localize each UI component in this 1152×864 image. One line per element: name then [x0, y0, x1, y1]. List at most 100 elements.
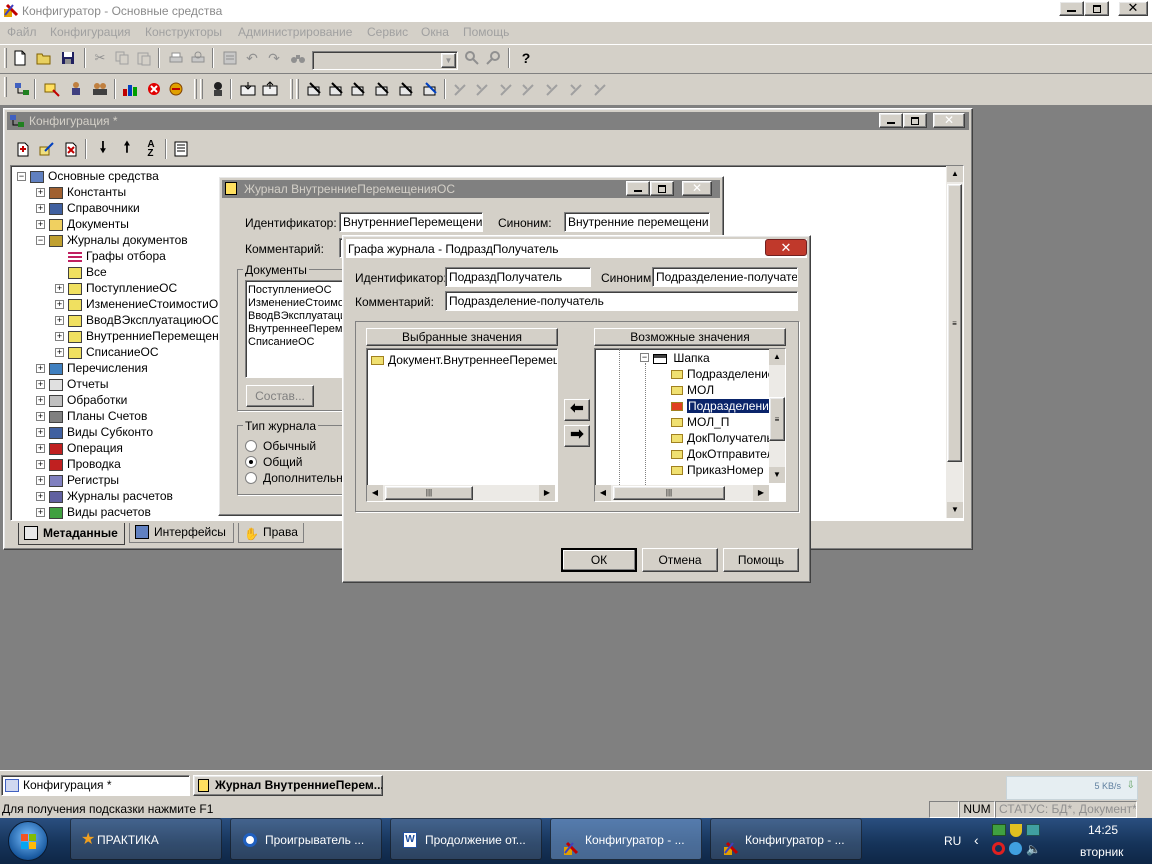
wizard-1-button[interactable] [304, 79, 324, 99]
delete-object-button[interactable] [61, 139, 81, 159]
shield-tray-icon[interactable] [1010, 824, 1022, 837]
tree-item[interactable]: ПодразделениеОтправитель [671, 366, 769, 382]
taskbar-item-word[interactable]: W Продолжение от... [390, 818, 542, 860]
dialog-synonym-field[interactable]: Подразделение-получатель [652, 267, 798, 287]
tree-item[interactable]: Документы [49, 216, 129, 232]
dialog-title-bar[interactable]: Графа журнала - ПодраздПолучатель ✕ [346, 239, 807, 258]
expand-toggle[interactable]: + [36, 188, 45, 197]
tab-rights[interactable]: ✋ Права [238, 523, 304, 543]
tree-item[interactable]: Регистры [49, 472, 119, 488]
tree-item[interactable]: Проводка [49, 456, 121, 472]
config-restore-button[interactable] [903, 113, 927, 128]
print-preview-button[interactable] [188, 48, 208, 68]
menu-service[interactable]: Сервис [367, 22, 408, 42]
scroll-right-button[interactable]: ▶ [539, 485, 555, 501]
language-indicator[interactable]: RU [944, 834, 961, 848]
sort-button[interactable]: AZ [141, 139, 161, 159]
tree-item[interactable]: ПриказНомер [671, 462, 769, 478]
expand-toggle[interactable]: + [36, 492, 45, 501]
expand-toggle[interactable]: + [36, 444, 45, 453]
list-item[interactable]: ПоступлениеОС [248, 284, 352, 297]
journal-minimize-button[interactable] [626, 181, 650, 196]
expand-toggle[interactable]: + [55, 332, 64, 341]
expand-toggle[interactable]: + [55, 316, 64, 325]
tree-item[interactable]: Обработки [49, 392, 127, 408]
scroll-right-button[interactable]: ▶ [753, 485, 769, 501]
mdi-tab-journal[interactable]: Журнал ВнутренниеПерем... [193, 775, 383, 796]
add-object-button[interactable] [13, 139, 33, 159]
ok-button[interactable]: ОК [561, 548, 637, 572]
taskbar-item-practice[interactable]: ★ ПРАКТИКА [70, 818, 222, 860]
wizard-12-button[interactable] [566, 79, 586, 99]
unload-button[interactable] [260, 79, 280, 99]
mdi-tab-configuration[interactable]: Конфигурация * [1, 775, 190, 796]
record-button[interactable] [166, 79, 186, 99]
tab-metadata[interactable]: Метаданные [18, 523, 125, 545]
tree-item[interactable]: ДокПолучатель [671, 430, 769, 446]
dialog-comment-field[interactable]: Подразделение-получатель [445, 291, 798, 311]
close-button[interactable]: ✕ [1118, 1, 1148, 16]
tree-item[interactable]: Планы Счетов [49, 408, 147, 424]
taskbar-item-configurator-1[interactable]: Конфигуратор - ... [550, 818, 702, 860]
opera-tray-icon[interactable] [992, 842, 1005, 855]
paste-button[interactable] [134, 48, 154, 68]
expand-toggle[interactable]: + [36, 204, 45, 213]
new-button[interactable] [10, 48, 30, 68]
tree-item[interactable]: Графы отбора [68, 248, 166, 264]
collapse-toggle[interactable]: − [640, 353, 649, 362]
menu-help[interactable]: Помощь [463, 22, 509, 42]
tree-item[interactable]: Справочники [49, 200, 140, 216]
config-window-title-bar[interactable]: Конфигурация * ✕ [7, 112, 969, 130]
wizard-11-button[interactable] [542, 79, 562, 99]
journal-window-title-bar[interactable]: Журнал ВнутренниеПеремещенияОС ✕ [222, 180, 720, 198]
move-up-button[interactable]: 🠕 [117, 139, 137, 159]
network-tray-icon[interactable] [992, 824, 1006, 836]
config-tree-button[interactable] [12, 79, 32, 99]
wizard-6-button[interactable] [420, 79, 440, 99]
expand-toggle[interactable]: + [36, 396, 45, 405]
globe-tray-icon[interactable] [1009, 842, 1022, 855]
minimize-button[interactable] [1059, 1, 1084, 16]
tree-item[interactable]: Журналы документов [49, 232, 188, 248]
wizard-10-button[interactable] [518, 79, 538, 99]
dialog-id-field[interactable]: ПодраздПолучатель [445, 267, 591, 287]
taskbar-item-configurator-2[interactable]: Конфигуратор - ... [710, 818, 862, 860]
print-button[interactable] [166, 48, 186, 68]
clock-day[interactable]: вторник [1080, 845, 1123, 859]
expand-toggle[interactable]: + [36, 428, 45, 437]
dialog-close-button[interactable]: ✕ [765, 239, 807, 256]
expand-toggle[interactable]: + [36, 412, 45, 421]
tree-item[interactable]: Виды Субконто [49, 424, 153, 440]
cut-button[interactable]: ✂ [90, 48, 110, 68]
wizard-5-button[interactable] [396, 79, 416, 99]
expand-toggle[interactable]: + [55, 300, 64, 309]
copy-button[interactable] [112, 48, 132, 68]
selected-values-list[interactable]: Документ.ВнутреннееПеремещение.Подраздел… [366, 348, 558, 502]
scroll-thumb[interactable]: ||| [613, 486, 725, 500]
list-item[interactable]: Документ.ВнутреннееПеремещение.Подраздел… [371, 353, 557, 367]
possible-values-header[interactable]: Возможные значения [594, 328, 786, 346]
journal-docs-list[interactable]: ПоступлениеОС ИзменениеСтоимостиОС ВводВ… [245, 280, 355, 378]
radio-ordinary[interactable]: Обычный [245, 439, 355, 455]
menu-administration[interactable]: Администрирование [238, 22, 352, 42]
move-left-button[interactable]: ⬅ [564, 399, 590, 421]
tree-item[interactable]: Константы [49, 184, 126, 200]
scroll-down-button[interactable]: ▼ [947, 502, 963, 518]
expand-toggle[interactable]: + [55, 348, 64, 357]
wizard-8-button[interactable] [472, 79, 492, 99]
possible-values-tree[interactable]: − Шапка ПодразделениеОтправитель МОЛ Подра… [594, 348, 786, 502]
help-dialog-button[interactable]: Помощь [723, 548, 799, 572]
menu-configuration[interactable]: Конфигурация [50, 22, 131, 42]
find-next-button[interactable] [462, 48, 482, 68]
volume-tray-icon[interactable]: 🔈 [1026, 842, 1041, 856]
tree-item[interactable]: ПоступлениеОС [68, 280, 177, 296]
scroll-left-button[interactable]: ◀ [595, 485, 611, 501]
tree-item[interactable]: Отчеты [49, 376, 108, 392]
menu-file[interactable]: Файл [7, 22, 37, 42]
tree-vertical-scrollbar[interactable]: ▲ ≡ ▼ [946, 166, 963, 518]
tree-item[interactable]: ИзменениеСтоимостиОС [68, 296, 227, 312]
tree-item[interactable]: Перечисления [49, 360, 148, 376]
clock-time[interactable]: 14:25 [1088, 823, 1118, 837]
tree-item[interactable]: Виды расчетов [49, 504, 151, 520]
list-item[interactable]: ВводВЭксплуатациюОС [248, 310, 354, 323]
